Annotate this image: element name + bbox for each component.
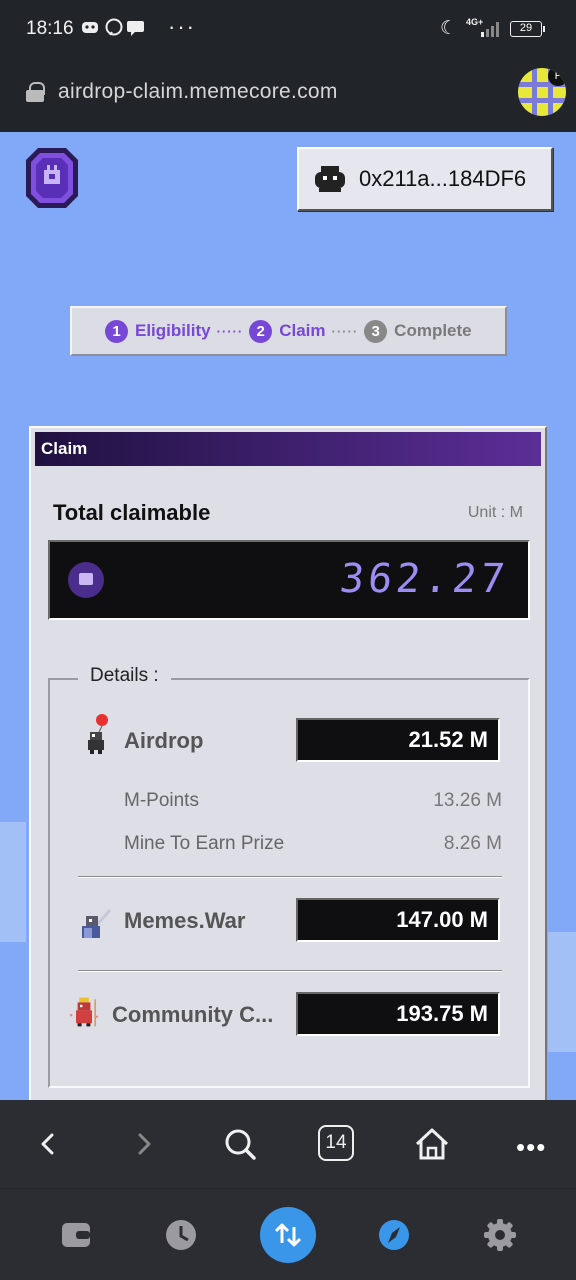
airdrop-balloon-character-icon	[88, 714, 108, 754]
settings-gear-icon[interactable]	[472, 1207, 528, 1263]
search-icon[interactable]	[218, 1122, 262, 1166]
background-decoration	[0, 822, 26, 942]
back-icon[interactable]	[26, 1122, 70, 1166]
swap-transfer-icon[interactable]	[260, 1207, 316, 1263]
memecore-coin-icon	[68, 562, 104, 598]
history-clock-icon[interactable]	[153, 1207, 209, 1263]
profile-avatar[interactable]: F	[518, 68, 566, 116]
browser-toolbar: 14 •••	[0, 1100, 576, 1188]
m-points-label: M-Points	[124, 790, 199, 811]
memes-war-value: 147.00 M	[296, 898, 500, 942]
step-connector: ·····	[331, 323, 359, 339]
more-notifications-icon: ···	[168, 14, 196, 39]
url-text[interactable]: airdrop-claim.memecore.com	[58, 80, 338, 104]
step-connector: ·····	[216, 323, 244, 339]
divider	[78, 970, 502, 972]
step-complete: 3 Complete	[364, 319, 472, 343]
status-bar: 18:16 ··· ☾ 4G+ 29	[0, 0, 576, 58]
profile-badge: F	[548, 68, 566, 86]
divider	[78, 876, 502, 878]
explore-compass-icon[interactable]	[366, 1207, 422, 1263]
community-label: Community C...	[112, 1002, 274, 1027]
step-number: 1	[105, 319, 128, 343]
step-claim: 2 Claim	[249, 319, 326, 343]
notification-icons	[82, 18, 154, 43]
step-number: 3	[364, 319, 388, 343]
total-claimable-value: 362.27	[337, 556, 511, 602]
mine-to-earn-label: Mine To Earn Prize	[124, 833, 285, 854]
status-time: 18:16	[26, 18, 74, 39]
claim-window-title: Claim	[35, 432, 541, 466]
wallet-address: 0x211a...184DF6	[359, 166, 527, 191]
memes-war-label: Memes.War	[124, 908, 246, 933]
forward-icon[interactable]	[122, 1122, 166, 1166]
step-label: Eligibility	[135, 321, 211, 340]
community-value: 193.75 M	[296, 992, 500, 1036]
more-menu-icon[interactable]: •••	[516, 1132, 546, 1163]
total-claimable-label: Total claimable	[53, 500, 211, 525]
claim-window: Claim Total claimable Unit : M 362.27 De…	[29, 426, 547, 1100]
airdrop-value: 21.52 M	[296, 718, 500, 762]
battery-icon: 29	[510, 21, 545, 37]
memecore-logo-icon[interactable]	[26, 148, 78, 208]
unit-label: Unit : M	[467, 504, 523, 521]
wallet-icon[interactable]	[48, 1207, 104, 1263]
notification-app-icons	[82, 18, 144, 36]
progress-steps: 1 Eligibility ····· 2 Claim ····· 3 Comp…	[70, 306, 507, 356]
airdrop-label: Airdrop	[124, 728, 204, 753]
m-points-value: 13.26 M	[433, 790, 502, 811]
details-group: Details : Airdrop 21.52 M M-Points 13.26…	[48, 665, 530, 1088]
web-page: 0x211a...184DF6 1 Eligibility ····· 2 Cl…	[0, 132, 576, 1100]
step-number: 2	[249, 319, 273, 343]
do-not-disturb-icon: ☾	[440, 18, 458, 39]
community-character-icon	[70, 997, 98, 1027]
signal-icon	[481, 21, 503, 37]
step-label: Claim	[279, 321, 326, 340]
bottom-navigation	[0, 1188, 576, 1280]
step-label: Complete	[394, 321, 472, 340]
wallet-avatar-icon	[315, 166, 345, 192]
home-icon[interactable]	[410, 1122, 454, 1166]
details-legend: Details :	[78, 665, 171, 687]
lock-icon[interactable]	[26, 82, 45, 102]
background-decoration	[548, 932, 576, 1052]
total-claimable-display: 362.27	[48, 540, 530, 620]
address-bar[interactable]: airdrop-claim.memecore.com F	[0, 58, 576, 132]
wallet-address-button[interactable]: 0x211a...184DF6	[297, 147, 553, 211]
tabs-button[interactable]: 14	[318, 1125, 354, 1161]
step-eligibility: 1 Eligibility	[105, 319, 211, 343]
memes-war-knight-icon	[82, 909, 112, 938]
mine-to-earn-value: 8.26 M	[443, 833, 502, 854]
